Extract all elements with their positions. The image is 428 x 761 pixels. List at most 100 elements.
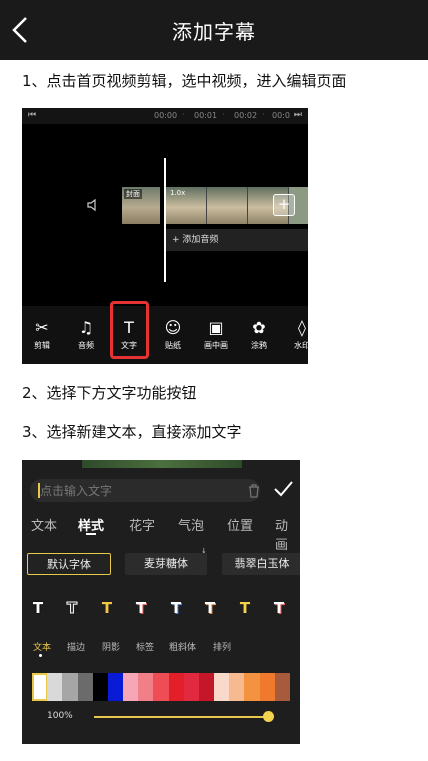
picture-in-picture-icon: ▣: [208, 318, 224, 337]
step-3-text: 3、选择新建文本，直接添加文字: [22, 423, 242, 441]
subtab-shadow[interactable]: 阴影: [102, 640, 120, 653]
color-swatch[interactable]: [92, 673, 109, 701]
color-swatch[interactable]: [62, 673, 79, 701]
skip-end-icon: ⏭: [293, 110, 302, 120]
tab-position[interactable]: 位置: [227, 515, 253, 534]
tool-watermark[interactable]: ◊ 水印: [284, 318, 308, 351]
style-preset-6[interactable]: T: [201, 599, 219, 617]
style-preset-4[interactable]: T: [132, 599, 150, 617]
add-audio-button[interactable]: + 添加音频: [166, 229, 308, 251]
timeline-ruler: ⏮ 00:00 · 00:01 · 00:02 · 00:0 ⏭: [22, 108, 308, 124]
style-preset-8[interactable]: T: [270, 599, 288, 617]
tool-label: 涂鸦: [251, 341, 267, 350]
subtab-bold-italic[interactable]: 粗斜体: [169, 640, 196, 653]
text-input-container: [30, 479, 260, 502]
tab-style[interactable]: 样式: [78, 515, 104, 534]
color-swatch[interactable]: [274, 673, 291, 701]
subtab-arrange[interactable]: 排列: [213, 640, 231, 653]
color-swatch[interactable]: [168, 673, 185, 701]
opacity-slider-knob[interactable]: [263, 711, 274, 722]
tick-dot: ·: [222, 110, 225, 119]
opacity-slider-track[interactable]: [94, 716, 268, 718]
speed-label: 1.0x: [170, 189, 186, 197]
color-swatch[interactable]: [183, 673, 200, 701]
color-swatch[interactable]: [77, 673, 94, 701]
editor-toolbar: ✂ 剪辑 ♫ 音频 T 文字 ☺ 贴纸 ▣ 画中画 ✿ 涂鸦 ◊ 水印: [22, 306, 308, 364]
video-clip[interactable]: 1.0x +: [166, 187, 308, 224]
speaker-icon[interactable]: [86, 197, 100, 212]
confirm-check-icon[interactable]: [272, 478, 294, 500]
music-note-icon: ♫: [78, 318, 94, 337]
color-swatch[interactable]: [214, 673, 230, 701]
text-panel-tabs: 文本 样式 花字 气泡 位置 动画: [22, 513, 300, 553]
style-sub-tabs: 文本 描边 阴影 标签 粗斜体 排列: [22, 640, 300, 657]
time-label: 00:01: [194, 111, 218, 120]
style-preset-5[interactable]: T: [167, 599, 185, 617]
text-panel-screenshot: 文本 样式 花字 气泡 位置 动画 默认字体 麦芽糖体 ↓ 翡翠白玉体 T T …: [22, 460, 300, 744]
tab-fancy-text[interactable]: 花字: [129, 515, 155, 534]
time-label: 00:0: [272, 111, 290, 120]
style-preset-1[interactable]: T: [29, 599, 47, 617]
tool-doodle[interactable]: ✿ 涂鸦: [241, 318, 277, 351]
style-preset-3[interactable]: T: [98, 599, 116, 617]
font-default[interactable]: 默认字体: [27, 553, 111, 575]
color-swatch[interactable]: [244, 673, 261, 701]
color-swatch[interactable]: [107, 673, 124, 701]
subtitle-text-input[interactable]: [40, 482, 230, 499]
cover-thumbnail[interactable]: 封面: [122, 187, 160, 224]
cover-label: 封面: [124, 189, 142, 199]
step-2-text: 2、选择下方文字功能按钮: [22, 384, 197, 402]
color-swatch-row: [32, 673, 291, 701]
color-swatch[interactable]: [153, 673, 170, 701]
subtab-stroke[interactable]: 描边: [67, 640, 85, 653]
subtab-text[interactable]: 文本: [33, 640, 51, 653]
download-icon: ↓: [201, 547, 207, 555]
color-swatch[interactable]: [259, 673, 276, 701]
doodle-icon: ✿: [252, 318, 266, 337]
active-subtab-dot: [39, 654, 42, 657]
tool-label: 剪辑: [34, 341, 50, 350]
sticker-face-icon: ☺: [164, 318, 182, 337]
font-maiyatang[interactable]: 麦芽糖体: [125, 553, 207, 575]
text-tool-highlight: [110, 301, 149, 359]
tool-audio[interactable]: ♫ 音频: [68, 318, 104, 351]
color-swatch[interactable]: [123, 673, 139, 701]
color-swatch[interactable]: [138, 673, 154, 701]
style-preset-7[interactable]: T: [236, 599, 254, 617]
scissors-icon: ✂: [35, 318, 49, 337]
text-style-presets: T T T T T T T T: [22, 597, 300, 619]
add-clip-button[interactable]: +: [273, 194, 295, 216]
color-swatch[interactable]: [32, 673, 48, 701]
tool-label: 画中画: [204, 341, 228, 350]
clip-frame: [207, 187, 248, 224]
editor-screenshot: ⏮ 00:00 · 00:01 · 00:02 · 00:0 ⏭ 封面 1.0x…: [22, 108, 308, 364]
page-title: 添加字幕: [172, 20, 256, 44]
time-label: 00:02: [234, 111, 258, 120]
tool-label: 水印: [294, 341, 308, 350]
font-list: 默认字体 麦芽糖体 ↓ 翡翠白玉体: [22, 547, 300, 577]
top-bar: 添加字幕: [0, 0, 428, 60]
font-feicui[interactable]: 翡翠白玉体: [222, 553, 300, 575]
tab-text[interactable]: 文本: [31, 515, 57, 534]
tool-sticker[interactable]: ☺ 贴纸: [155, 318, 191, 351]
active-tab-indicator: [86, 533, 96, 535]
playhead[interactable]: [164, 158, 166, 282]
color-swatch[interactable]: [198, 673, 215, 701]
video-preview-strip: [82, 460, 242, 468]
opacity-value: 100%: [47, 711, 73, 721]
color-swatch[interactable]: [229, 673, 245, 701]
style-preset-2[interactable]: T: [63, 599, 81, 618]
tab-bubble[interactable]: 气泡: [178, 515, 204, 534]
color-swatch[interactable]: [47, 673, 63, 701]
subtab-label[interactable]: 标签: [136, 640, 154, 653]
tool-cut[interactable]: ✂ 剪辑: [24, 318, 60, 351]
trash-icon[interactable]: [248, 483, 260, 498]
tool-label: 音频: [78, 341, 94, 350]
step-1-text: 1、点击首页视频剪辑，选中视频，进入编辑页面: [22, 72, 347, 90]
time-label: 00:00: [154, 111, 178, 120]
tick-dot: ·: [262, 110, 265, 119]
tool-label: 贴纸: [165, 341, 181, 350]
tool-pip[interactable]: ▣ 画中画: [198, 318, 234, 351]
skip-start-icon: ⏮: [28, 110, 37, 120]
tab-animation[interactable]: 动画: [275, 515, 300, 553]
